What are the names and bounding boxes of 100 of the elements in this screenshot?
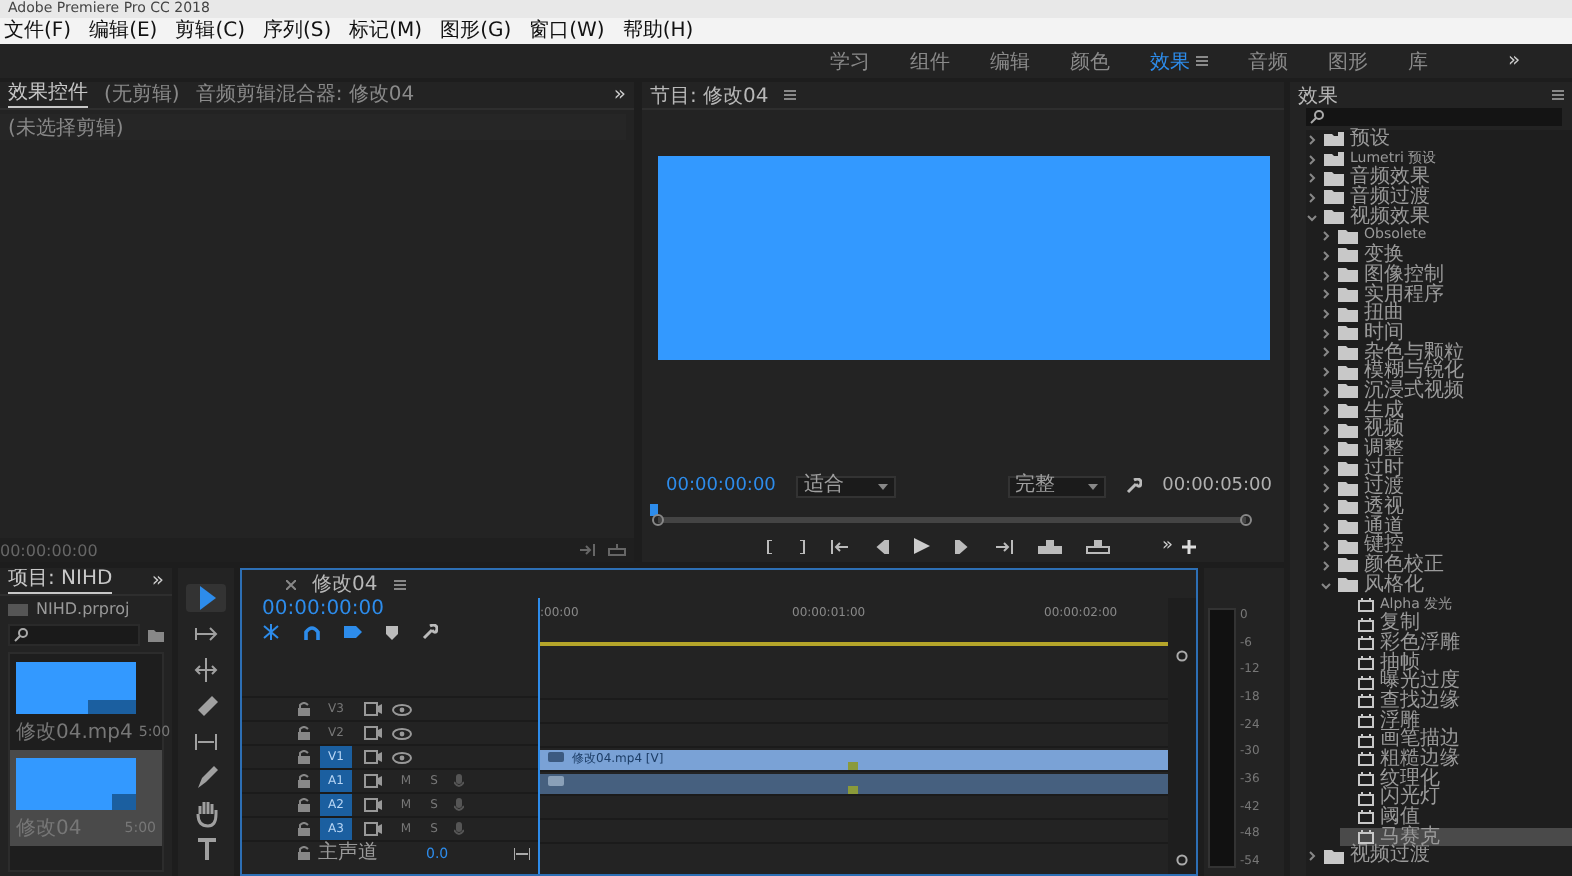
wrench-icon[interactable] bbox=[422, 624, 438, 640]
panel-tab[interactable]: (无剪辑) bbox=[104, 83, 180, 107]
workspace-tab[interactable]: 库 bbox=[1408, 47, 1428, 75]
workspace-tab[interactable]: 组件 bbox=[910, 47, 950, 75]
workspace-tab[interactable]: 颜色 bbox=[1070, 47, 1110, 75]
fit-icon[interactable] bbox=[514, 847, 530, 859]
quality-dropdown[interactable]: 完整 bbox=[1007, 475, 1107, 497]
chevron-down-icon[interactable] bbox=[1320, 579, 1332, 592]
mark-in-icon[interactable] bbox=[766, 539, 774, 553]
chevron-right-icon[interactable] bbox=[1320, 521, 1332, 534]
chevron-right-icon[interactable] bbox=[1320, 308, 1332, 321]
tree-item[interactable]: 粗糙边缘 bbox=[1340, 750, 1572, 770]
chevron-down-icon[interactable] bbox=[1306, 211, 1318, 224]
go-to-in-icon[interactable] bbox=[830, 539, 850, 553]
search-field[interactable] bbox=[1306, 108, 1562, 126]
tree-item[interactable]: 时间 bbox=[1320, 323, 1572, 344]
menu-icon[interactable] bbox=[1196, 56, 1208, 66]
tree-item[interactable]: 图像控制 bbox=[1320, 265, 1572, 285]
step-forward-icon[interactable] bbox=[954, 539, 970, 553]
tree-item[interactable]: 模糊与锐化 bbox=[1320, 362, 1572, 382]
overflow-button[interactable]: » bbox=[151, 570, 164, 592]
overflow-button[interactable]: » bbox=[613, 84, 626, 106]
tree-item[interactable]: 画笔描边 bbox=[1340, 730, 1572, 750]
panel-tab[interactable]: 音频剪辑混合器: 修改04 bbox=[195, 83, 415, 107]
tree-item[interactable]: 实用程序 bbox=[1320, 285, 1572, 305]
export-audio-icon[interactable] bbox=[580, 544, 596, 556]
tree-item[interactable]: 透视 bbox=[1320, 498, 1572, 518]
eye-icon[interactable] bbox=[392, 727, 412, 739]
chevron-right-icon[interactable] bbox=[1306, 133, 1318, 146]
timecode[interactable]: 00:00:00:00 bbox=[242, 598, 538, 620]
tree-item[interactable]: 过时 bbox=[1320, 459, 1572, 479]
tree-item[interactable]: 风格化 bbox=[1320, 575, 1572, 595]
tree-item[interactable]: 马赛克 bbox=[1340, 827, 1572, 847]
tree-item[interactable]: 音频过渡 bbox=[1306, 188, 1572, 208]
add-icon[interactable] bbox=[1181, 539, 1196, 553]
chevron-right-icon[interactable] bbox=[1320, 559, 1332, 572]
timecode[interactable]: 00:00:00:00 bbox=[666, 476, 776, 496]
chevron-right-icon[interactable] bbox=[1320, 501, 1332, 514]
sequence-tab[interactable]: 修改04 bbox=[312, 570, 378, 598]
chevron-right-icon[interactable] bbox=[1320, 404, 1332, 417]
step-back-icon[interactable] bbox=[874, 539, 890, 553]
workspace-tab[interactable]: 学习 bbox=[830, 47, 870, 75]
workspace-tab[interactable]: 图形 bbox=[1328, 47, 1368, 75]
tree-item[interactable]: 闪光灯 bbox=[1340, 788, 1572, 809]
workspace-tab[interactable]: 效果 bbox=[1150, 47, 1208, 75]
clip[interactable] bbox=[540, 774, 1168, 794]
new-bin-icon[interactable] bbox=[148, 629, 164, 641]
chevron-right-icon[interactable] bbox=[1320, 346, 1332, 359]
panel-tab[interactable]: 效果控件 bbox=[8, 82, 88, 108]
tree-item[interactable]: 视频效果 bbox=[1306, 207, 1572, 227]
chevron-right-icon[interactable] bbox=[1306, 191, 1318, 204]
menu-item[interactable]: 帮助(H) bbox=[622, 19, 694, 43]
workspace-tab[interactable]: 编辑 bbox=[990, 47, 1030, 75]
chevron-right-icon[interactable] bbox=[1306, 850, 1318, 863]
tree-item[interactable]: 复制 bbox=[1340, 614, 1572, 634]
tree-item[interactable]: 预设 bbox=[1306, 130, 1572, 150]
eye-icon[interactable] bbox=[392, 751, 412, 763]
tree-item[interactable]: 扭曲 bbox=[1320, 304, 1572, 324]
tree-item[interactable]: 颜色校正 bbox=[1320, 556, 1572, 576]
tool-button[interactable] bbox=[186, 584, 226, 612]
tree-item[interactable]: 阈值 bbox=[1340, 808, 1572, 828]
menu-item[interactable]: 图形(G) bbox=[440, 19, 512, 43]
eye-icon[interactable] bbox=[392, 703, 412, 715]
chevron-right-icon[interactable] bbox=[1320, 385, 1332, 398]
mark-out-icon[interactable] bbox=[798, 539, 806, 553]
chevron-right-icon[interactable] bbox=[1320, 327, 1332, 340]
export-icon[interactable] bbox=[608, 544, 626, 556]
workspace-tab[interactable]: 音频 bbox=[1248, 47, 1288, 75]
panel-tab[interactable]: 项目: NIHD bbox=[8, 568, 113, 594]
tree-item[interactable]: 查找边缘 bbox=[1340, 691, 1572, 712]
tree-item[interactable]: 视频 bbox=[1320, 420, 1572, 440]
insert-icon[interactable] bbox=[1038, 539, 1062, 553]
chevron-right-icon[interactable] bbox=[1320, 463, 1332, 476]
tree-item[interactable]: 视频过渡 bbox=[1306, 846, 1572, 867]
chevron-right-icon[interactable] bbox=[1320, 269, 1332, 282]
tree-item[interactable]: 彩色浮雕 bbox=[1340, 633, 1572, 654]
overwrite-icon[interactable] bbox=[1086, 539, 1110, 553]
tree-item[interactable]: 曝光过度 bbox=[1340, 672, 1572, 692]
chevron-right-icon[interactable] bbox=[1320, 540, 1332, 553]
chevron-right-icon[interactable] bbox=[1320, 230, 1332, 243]
tree-item[interactable]: 生成 bbox=[1320, 401, 1572, 421]
snap-icon[interactable] bbox=[304, 624, 320, 640]
zoom-dropdown[interactable]: 适合 bbox=[795, 475, 895, 497]
close-icon[interactable] bbox=[286, 579, 296, 589]
chevron-right-icon[interactable] bbox=[1320, 482, 1332, 495]
go-to-out-icon[interactable] bbox=[994, 539, 1014, 553]
chevron-right-icon[interactable] bbox=[1306, 172, 1318, 185]
chevron-right-icon[interactable] bbox=[1320, 443, 1332, 456]
chevron-right-icon[interactable] bbox=[1320, 288, 1332, 301]
chevron-right-icon[interactable] bbox=[1320, 249, 1332, 262]
overflow-button[interactable]: » bbox=[1162, 536, 1174, 556]
tree-item[interactable]: 调整 bbox=[1320, 440, 1572, 460]
search-field[interactable] bbox=[8, 624, 140, 646]
menu-item[interactable]: 剪辑(C) bbox=[175, 19, 245, 43]
menu-item[interactable]: 编辑(E) bbox=[89, 19, 158, 43]
tree-item[interactable]: 纹理化 bbox=[1340, 769, 1572, 789]
tree-item[interactable]: 变换 bbox=[1320, 246, 1572, 266]
tree-item[interactable]: 沉浸式视频 bbox=[1320, 381, 1572, 402]
playhead[interactable] bbox=[650, 504, 660, 516]
tree-item[interactable]: 过渡 bbox=[1320, 478, 1572, 499]
